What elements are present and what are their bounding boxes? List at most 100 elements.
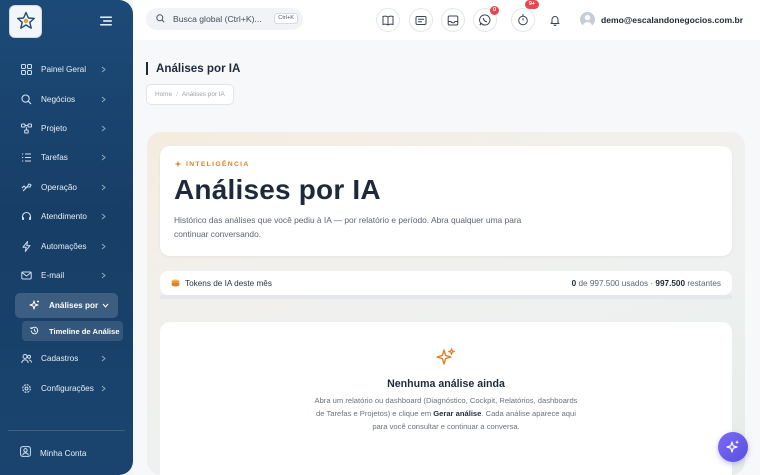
avatar-person-icon: [582, 14, 593, 27]
sidebar-item-label: Cadastros: [41, 354, 79, 364]
page-title: Análises por IA: [146, 62, 240, 75]
whatsapp-icon: [479, 14, 491, 26]
tokens-stats: 0 de 997.500 usados · 997.500 restantes: [572, 279, 721, 288]
headset-icon: [20, 211, 32, 223]
inbox-icon: [447, 15, 459, 25]
hero-title: Análises por IA: [174, 174, 381, 205]
tokens-progress-bar: [160, 295, 732, 299]
sidebar-item-projeto[interactable]: Projeto: [0, 114, 133, 143]
sparkle-fab-icon: [726, 440, 739, 453]
sidebar-item-analises[interactable]: Análises por: [15, 293, 118, 319]
breadcrumb-home-link[interactable]: Home: [155, 91, 172, 98]
flow-icon: [20, 122, 32, 134]
sidebar-item-label: Configurações: [41, 383, 94, 393]
breadcrumb-separator: /: [176, 91, 178, 98]
menu-toggle-button[interactable]: [97, 12, 115, 30]
sidebar-item-operacao[interactable]: Operação: [0, 173, 133, 202]
sidebar-item-configuracoes[interactable]: Configurações: [0, 374, 133, 403]
bell-icon: [550, 16, 560, 26]
tokens-remaining-text: restantes: [687, 278, 721, 288]
sparkle-small-icon: [174, 160, 182, 168]
chevron-right-icon: [101, 125, 109, 132]
operation-icon: [20, 181, 32, 193]
notifications-button[interactable]: [543, 8, 567, 32]
chevron-right-icon: [101, 355, 109, 362]
coins-icon: [171, 279, 180, 287]
gerar-analise-text: Gerar análise: [433, 409, 482, 419]
tokens-used: 0: [571, 278, 577, 288]
chevron-right-icon: [101, 154, 109, 161]
hero-description: Histórico das análises que você pediu à …: [174, 215, 522, 239]
sidebar-item-label: Tarefas: [41, 153, 68, 163]
sidebar: Painel Geral Negócios Projeto Tarefas Op…: [0, 0, 133, 475]
sidebar-subitem-timeline[interactable]: Timeline de Análise: [22, 321, 123, 342]
sidebar-item-label: Análises por: [49, 301, 99, 311]
sidebar-item-painel-geral[interactable]: Painel Geral: [0, 55, 133, 84]
sidebar-item-negocios[interactable]: Negócios: [0, 84, 133, 113]
bolt-icon: [20, 240, 32, 252]
tokens-used-text: de 997.500 usados ·: [578, 278, 654, 288]
card-button[interactable]: [409, 8, 433, 32]
whatsapp-button[interactable]: 0: [473, 6, 499, 32]
tokens-label: Tokens de IA deste mês: [185, 278, 272, 288]
sidebar-nav: Painel Geral Negócios Projeto Tarefas Op…: [0, 55, 133, 403]
search-placeholder: Busca global (Ctrl+K)...: [173, 14, 262, 24]
breadcrumb: Home / Análises por IA: [146, 84, 234, 105]
avatar: [580, 12, 595, 27]
user-icon: [20, 444, 31, 462]
sidebar-item-label: Automações: [41, 241, 87, 251]
search-icon: [20, 93, 32, 105]
app-logo[interactable]: [9, 4, 42, 38]
hamburger-icon: [100, 16, 112, 26]
book-button[interactable]: [376, 8, 400, 32]
sidebar-item-label: Atendimento: [41, 212, 87, 222]
sidebar-item-label: Negócios: [41, 94, 76, 104]
list-icon: [20, 152, 32, 164]
breadcrumb-current: Análises por IA: [181, 91, 225, 98]
sidebar-item-automacoes[interactable]: Automações: [0, 231, 133, 260]
eyebrow: INTELIGÊNCIA: [174, 160, 250, 168]
grid-icon: [20, 64, 32, 76]
timer-badge: 9+: [525, 0, 539, 9]
sidebar-item-email[interactable]: E-mail: [0, 261, 133, 290]
chevron-right-icon: [101, 243, 109, 250]
timer-icon: [518, 14, 528, 26]
chevron-right-icon: [101, 184, 109, 191]
gear-icon: [20, 382, 32, 394]
sidebar-item-label: Projeto: [41, 123, 67, 133]
empty-state-description: Abra um relatório ou dashboard (Diagnóst…: [310, 394, 582, 434]
tokens-remaining: 997.500: [655, 278, 686, 288]
search-shortcut-badge: Ctrl+K: [274, 13, 298, 24]
sidebar-item-cadastros[interactable]: Cadastros: [0, 344, 133, 373]
empty-state-title: Nenhuma análise ainda: [387, 378, 505, 390]
main-content: Análises por IA Home / Análises por IA I…: [133, 40, 760, 475]
sidebar-item-label: Painel Geral: [41, 65, 87, 75]
mail-icon: [20, 269, 32, 281]
chevron-down-icon: [102, 303, 110, 308]
sparkles-icon: [436, 347, 456, 365]
star-logo-icon: [16, 11, 35, 29]
chevron-right-icon: [101, 272, 109, 279]
sidebar-item-minha-conta[interactable]: Minha Conta: [20, 444, 86, 462]
id-card-icon: [415, 15, 427, 25]
sidebar-item-label: E-mail: [41, 270, 65, 280]
inbox-button[interactable]: [441, 8, 465, 32]
hero-card: INTELIGÊNCIA Análises por IA Histórico d…: [160, 146, 732, 256]
search-input[interactable]: Busca global (Ctrl+K)... Ctrl+K: [146, 8, 303, 30]
sidebar-divider: [8, 430, 125, 431]
sidebar-item-atendimento[interactable]: Atendimento: [0, 202, 133, 231]
chat-badge: 0: [490, 6, 499, 15]
empty-state: Nenhuma análise ainda Abra um relatório …: [160, 322, 732, 475]
timer-button[interactable]: 9+: [511, 0, 539, 32]
history-icon: [30, 322, 39, 340]
tokens-card: Tokens de IA deste mês 0 de 997.500 usad…: [160, 271, 732, 295]
ai-assistant-button[interactable]: [718, 432, 748, 462]
user-email: demo@escalandonegocios.com.br: [601, 14, 744, 25]
account-label: Minha Conta: [40, 448, 87, 458]
chevron-right-icon: [101, 66, 109, 73]
chevron-right-icon: [101, 96, 109, 103]
sidebar-item-tarefas[interactable]: Tarefas: [0, 143, 133, 172]
user-menu[interactable]: demo@escalandonegocios.com.br: [580, 12, 743, 27]
users-icon: [20, 353, 32, 365]
eyebrow-label: INTELIGÊNCIA: [186, 160, 250, 168]
